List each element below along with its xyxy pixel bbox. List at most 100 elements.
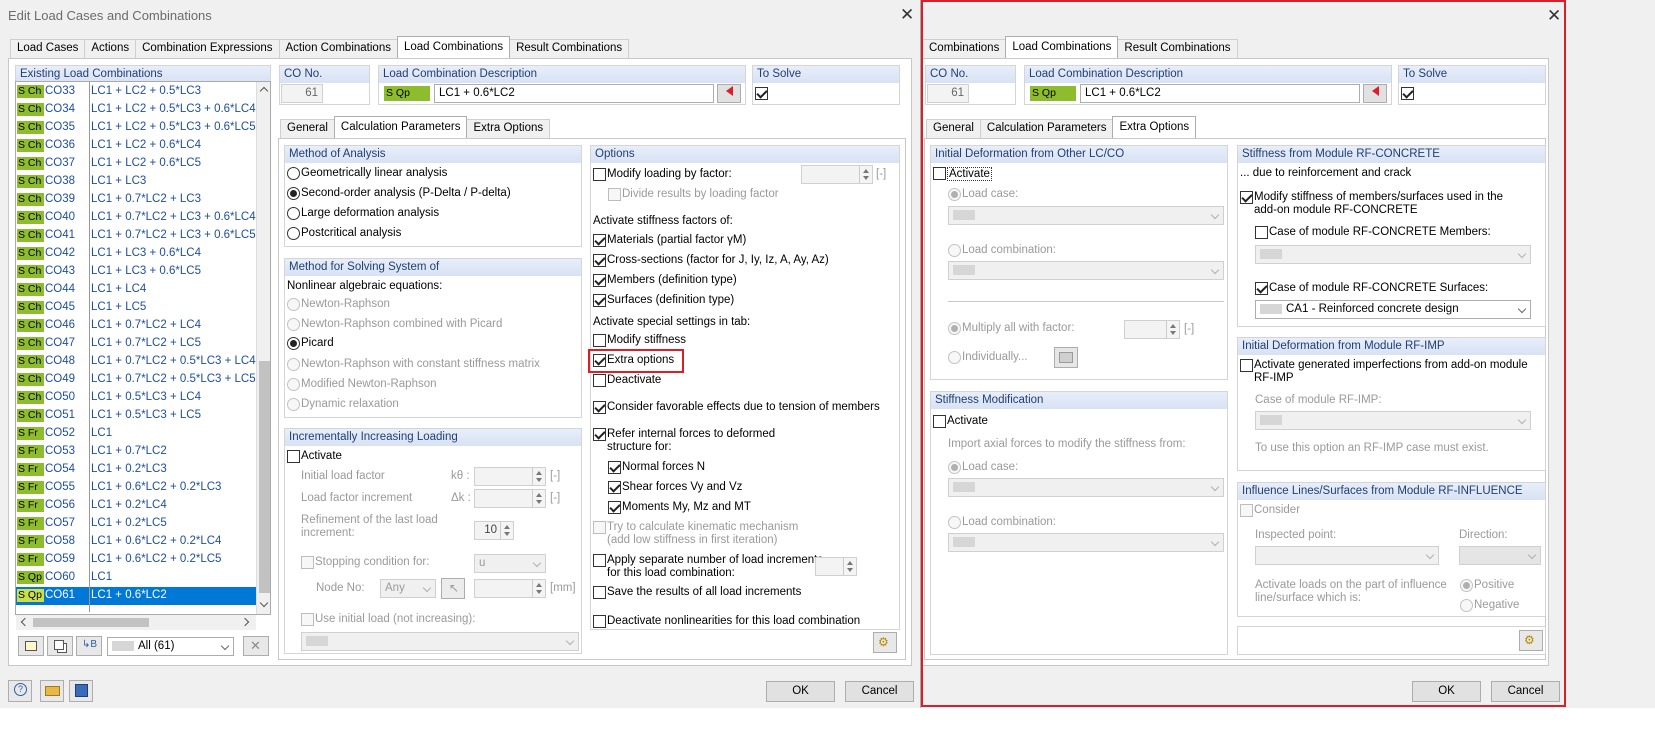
- list-item[interactable]: S Fr CO57 LC1 + 0.2*LC5: [16, 515, 256, 533]
- new-combination-button[interactable]: [18, 636, 44, 656]
- list-item[interactable]: S Ch CO39 LC1 + 0.7*LC2 + LC3: [16, 191, 256, 209]
- radio-large-deformation[interactable]: [287, 207, 300, 220]
- scroll-up-icon[interactable]: [259, 86, 269, 96]
- list-item[interactable]: S Fr CO56 LC1 + 0.2*LC4: [16, 497, 256, 515]
- to-solve-checkbox[interactable]: [755, 87, 768, 100]
- tab-combination-expressions[interactable]: Combination Expressions: [135, 39, 280, 58]
- load-factor-increment-input[interactable]: [474, 489, 546, 508]
- list-item[interactable]: S Ch CO33 LC1 + LC2 + 0.5*LC3: [16, 83, 256, 101]
- list-item[interactable]: S Ch CO45 LC1 + LC5: [16, 299, 256, 317]
- divide-results-checkbox[interactable]: [608, 188, 621, 201]
- list-item[interactable]: S Fr CO52 LC1: [16, 425, 256, 443]
- initial-load-factor-input[interactable]: [474, 467, 546, 486]
- list-hscroll[interactable]: [16, 615, 256, 630]
- tab-result-combinations[interactable]: Result Combinations: [509, 39, 630, 58]
- radio-linear[interactable]: [287, 167, 300, 180]
- stop-value-input[interactable]: [474, 579, 546, 598]
- delete-button[interactable]: ✕: [243, 636, 269, 656]
- modify-stiffness-checkbox[interactable]: [593, 334, 606, 347]
- list-item[interactable]: S Ch CO46 LC1 + 0.7*LC2 + LC4: [16, 317, 256, 335]
- pick-node-button[interactable]: ↖: [441, 578, 465, 599]
- open-button[interactable]: [40, 680, 64, 702]
- list-item[interactable]: S Ch CO47 LC1 + 0.7*LC2 + LC5: [16, 335, 256, 353]
- list-item[interactable]: S Ch CO50 LC1 + 0.5*LC3 + LC4: [16, 389, 256, 407]
- list-item[interactable]: S Ch CO48 LC1 + 0.7*LC2 + 0.5*LC3 + LC4: [16, 353, 256, 371]
- list-item[interactable]: S Ch CO34 LC1 + LC2 + 0.5*LC3 + 0.6*LC4: [16, 101, 256, 119]
- list-item[interactable]: S Ch CO38 LC1 + LC3: [16, 173, 256, 191]
- spinner-icon[interactable]: [843, 558, 856, 575]
- refinement-input[interactable]: 10: [474, 521, 514, 540]
- renumber-button[interactable]: ↳B: [76, 636, 102, 656]
- modify-loading-checkbox[interactable]: [593, 168, 606, 181]
- modify-loading-input[interactable]: [801, 165, 873, 184]
- spinner-icon[interactable]: [532, 468, 545, 485]
- list-item[interactable]: S Ch CO37 LC1 + LC2 + 0.6*LC5: [16, 155, 256, 173]
- list-item[interactable]: S Fr CO53 LC1 + 0.7*LC2: [16, 443, 256, 461]
- normal-forces-checkbox[interactable]: [608, 461, 621, 474]
- help-button[interactable]: ?: [8, 680, 32, 702]
- deactivate-nonlin-checkbox[interactable]: [593, 615, 606, 628]
- list-item[interactable]: S Ch CO40 LC1 + 0.7*LC2 + LC3 + 0.6*LC4: [16, 209, 256, 227]
- shear-forces-checkbox[interactable]: [608, 481, 621, 494]
- separate-increments-checkbox[interactable]: [593, 554, 606, 567]
- ok-button[interactable]: OK: [766, 681, 835, 702]
- list-item[interactable]: S Ch CO41 LC1 + 0.7*LC2 + LC3 + 0.6*LC5: [16, 227, 256, 245]
- subtab-extra-options[interactable]: Extra Options: [1112, 116, 1197, 138]
- tab-load-cases[interactable]: Load Cases: [10, 39, 86, 58]
- spinner-icon[interactable]: [532, 490, 545, 507]
- cross-sections-checkbox[interactable]: [593, 254, 606, 267]
- list-vscrollbar[interactable]: [256, 82, 270, 614]
- tab-actions[interactable]: Actions: [84, 39, 137, 58]
- tab-load-combinations[interactable]: Load Combinations: [1005, 36, 1119, 58]
- kinematic-checkbox[interactable]: [593, 521, 606, 534]
- description-input[interactable]: LC1 + 0.6*LC2: [434, 84, 714, 103]
- copy-combination-button[interactable]: [47, 636, 73, 656]
- spinner-icon[interactable]: [500, 522, 513, 539]
- members-checkbox[interactable]: [593, 274, 606, 287]
- list-item[interactable]: S Ch CO43 LC1 + LC3 + 0.6*LC5: [16, 263, 256, 281]
- initial-load-select[interactable]: [301, 632, 579, 651]
- radio-picard[interactable]: [287, 337, 300, 350]
- materials-checkbox[interactable]: [593, 234, 606, 247]
- subtab-extra-options[interactable]: Extra Options: [466, 119, 551, 138]
- incremental-activate-checkbox[interactable]: [287, 450, 300, 463]
- radio-second-order[interactable]: [287, 187, 300, 200]
- filter-select[interactable]: All (61): [107, 637, 234, 656]
- list-item[interactable]: S Ch CO36 LC1 + LC2 + 0.6*LC4: [16, 137, 256, 155]
- list-item[interactable]: S Ch CO44 LC1 + LC4: [16, 281, 256, 299]
- radio-newton-raphson[interactable]: [287, 298, 300, 311]
- extra-options-checkbox[interactable]: [593, 354, 606, 367]
- list-item[interactable]: S Fr CO59 LC1 + 0.6*LC2 + 0.2*LC5: [16, 551, 256, 569]
- scroll-down-icon[interactable]: [259, 598, 269, 608]
- radio-nr-picard[interactable]: [287, 318, 300, 331]
- stopping-checkbox[interactable]: [301, 556, 314, 569]
- favorable-checkbox[interactable]: [593, 401, 606, 414]
- description-pick-button[interactable]: [717, 84, 741, 103]
- combination-list[interactable]: S Ch CO33 LC1 + LC2 + 0.5*LC3 S Ch CO34 LC1 +…: [15, 81, 271, 615]
- scroll-thumb[interactable]: [259, 361, 270, 593]
- save-results-checkbox[interactable]: [593, 586, 606, 599]
- list-item[interactable]: S Qp CO61 LC1 + 0.6*LC2: [16, 587, 256, 605]
- spinner-icon[interactable]: [859, 166, 872, 183]
- list-item[interactable]: S Qp CO60 LC1: [16, 569, 256, 587]
- deactivate-checkbox[interactable]: [593, 374, 606, 387]
- surfaces-checkbox[interactable]: [593, 294, 606, 307]
- close-icon[interactable]: ✕: [900, 6, 914, 23]
- separate-increments-input[interactable]: [815, 557, 857, 576]
- list-item[interactable]: S Fr CO55 LC1 + 0.6*LC2 + 0.2*LC3: [16, 479, 256, 497]
- stopping-select[interactable]: u: [474, 554, 546, 573]
- radio-modified-nr[interactable]: [287, 378, 300, 391]
- scroll-right-icon[interactable]: [240, 617, 250, 627]
- list-item[interactable]: S Fr CO58 LC1 + 0.6*LC2 + 0.2*LC4: [16, 533, 256, 551]
- list-item[interactable]: S Ch CO49 LC1 + 0.7*LC2 + 0.5*LC3 + LC5: [16, 371, 256, 389]
- radio-nr-constant[interactable]: [287, 358, 300, 371]
- radio-dynamic-relaxation[interactable]: [287, 398, 300, 411]
- list-item[interactable]: S Fr CO54 LC1 + 0.2*LC3: [16, 461, 256, 479]
- hscroll-thumb[interactable]: [33, 618, 149, 627]
- list-item[interactable]: S Ch CO42 LC1 + LC3 + 0.6*LC4: [16, 245, 256, 263]
- scroll-left-icon[interactable]: [20, 617, 30, 627]
- settings-button[interactable]: ⚙: [873, 632, 897, 653]
- spinner-icon[interactable]: [532, 580, 545, 597]
- subtab-general[interactable]: General: [280, 119, 335, 138]
- tab-action-combinations[interactable]: Action Combinations: [278, 39, 398, 58]
